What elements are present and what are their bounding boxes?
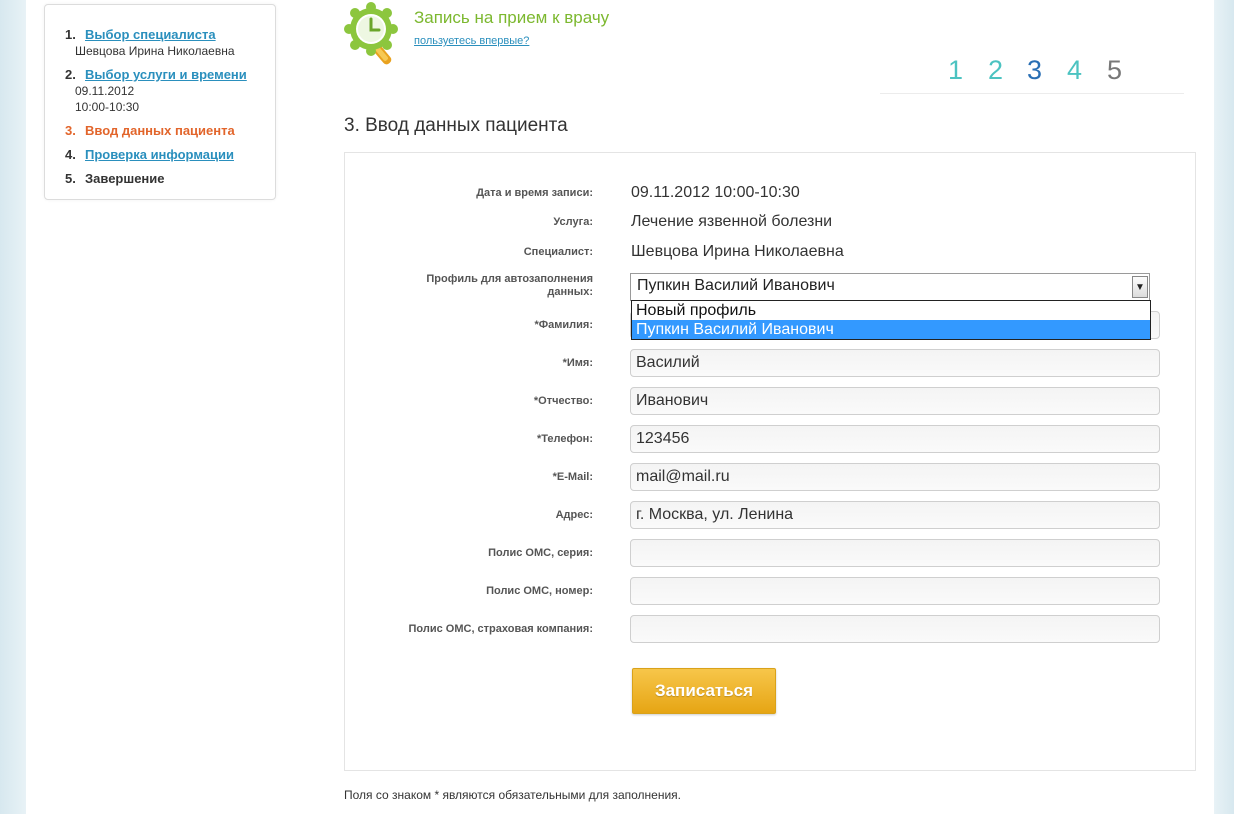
phone-field[interactable]	[630, 425, 1160, 453]
step-2: 2. Выбор услуги и времени 09.11.2012 10:0…	[65, 67, 275, 115]
required-footnote: Поля со знаком * являются обязательными …	[344, 788, 681, 802]
app-title: Запись на прием к врачу	[414, 8, 610, 27]
patronymic-field[interactable]	[630, 387, 1160, 415]
step-number: 1.	[65, 27, 76, 42]
datetime-label: Дата и время записи:	[476, 187, 593, 199]
step-5: 5. Завершение	[65, 171, 275, 187]
pager-step-1[interactable]: 1	[948, 54, 963, 86]
step-detail: Шевцова Ирина Николаевна	[75, 44, 235, 58]
address-field[interactable]	[630, 501, 1160, 529]
email-label: *E-Mail:	[552, 471, 593, 483]
profile-select[interactable]: Пупкин Василий Иванович ▼	[630, 273, 1150, 301]
step-number: 5.	[65, 171, 76, 186]
step-3: 3. Ввод данных пациента	[65, 123, 275, 139]
service-label: Услуга:	[553, 216, 593, 228]
profile-label-line: данных:	[547, 286, 593, 298]
submit-button[interactable]: Записаться	[632, 668, 776, 714]
step-label: Завершение	[85, 171, 165, 186]
surname-label: *Фамилия:	[534, 319, 593, 331]
oms-company-label: Полис ОМС, страховая компания:	[408, 623, 594, 635]
step-4: 4. Проверка информации	[65, 147, 275, 163]
step-link-choose-specialist[interactable]: Выбор специалиста	[85, 27, 216, 42]
specialist-label: Специалист:	[523, 246, 593, 258]
oms-number-label: Полис ОМС, номер:	[486, 585, 593, 597]
pager-step-3-current: 3	[1027, 55, 1043, 85]
pager-step-4[interactable]: 4	[1067, 54, 1082, 86]
oms-number-field[interactable]	[630, 577, 1160, 605]
profile-label-line: Профиль для автозаполнения	[426, 273, 593, 285]
chevron-down-icon[interactable]: ▼	[1132, 276, 1148, 298]
profile-dropdown-list: Новый профиль Пупкин Василий Иванович	[631, 300, 1151, 340]
oms-series-field[interactable]	[630, 539, 1160, 567]
name-label: *Имя:	[562, 357, 593, 369]
step-detail: 09.11.2012	[75, 84, 135, 98]
oms-company-field[interactable]	[630, 615, 1160, 643]
email-field[interactable]	[630, 463, 1160, 491]
patient-form: Дата и время записи: 09.11.2012 10:00-10…	[344, 152, 1196, 771]
step-1: 1. Выбор специалиста Шевцова Ирина Никола…	[65, 27, 275, 59]
patronymic-label: *Отчество:	[533, 395, 593, 407]
step-link-choose-service[interactable]: Выбор услуги и времени	[85, 67, 247, 82]
profile-option-pupkin[interactable]: Пупкин Василий Иванович	[632, 320, 1150, 339]
address-label: Адрес:	[555, 509, 593, 521]
datetime-value: 09.11.2012 10:00-10:30	[631, 184, 800, 201]
profile-selected-value: Пупкин Василий Иванович	[637, 277, 835, 294]
phone-label: *Телефон:	[536, 433, 593, 445]
step-number: 2.	[65, 67, 76, 82]
service-value: Лечение язвенной болезни	[631, 213, 833, 230]
steps-sidebar: 1. Выбор специалиста Шевцова Ирина Никола…	[44, 4, 276, 200]
clock-magnifier-icon	[344, 2, 404, 68]
step-pager: 1 2 3 4 5	[880, 54, 1184, 94]
section-title: 3. Ввод данных пациента	[344, 115, 568, 136]
step-detail: 10:00-10:30	[75, 100, 140, 114]
oms-series-label: Полис ОМС, серия:	[488, 547, 593, 559]
pager-step-2[interactable]: 2	[988, 54, 1003, 86]
name-field[interactable]	[630, 349, 1160, 377]
profile-label: Профиль для автозаполнения данных:	[345, 273, 593, 299]
step-current-label: Ввод данных пациента	[85, 123, 235, 138]
step-number: 4.	[65, 147, 76, 162]
first-time-link[interactable]: пользуетесь впервые?	[414, 35, 529, 47]
specialist-value: Шевцова Ирина Николаевна	[631, 243, 844, 260]
pager-step-5: 5	[1107, 55, 1123, 85]
profile-option-new[interactable]: Новый профиль	[632, 301, 1150, 320]
step-link-check-info[interactable]: Проверка информации	[85, 147, 234, 162]
step-number: 3.	[65, 123, 76, 138]
